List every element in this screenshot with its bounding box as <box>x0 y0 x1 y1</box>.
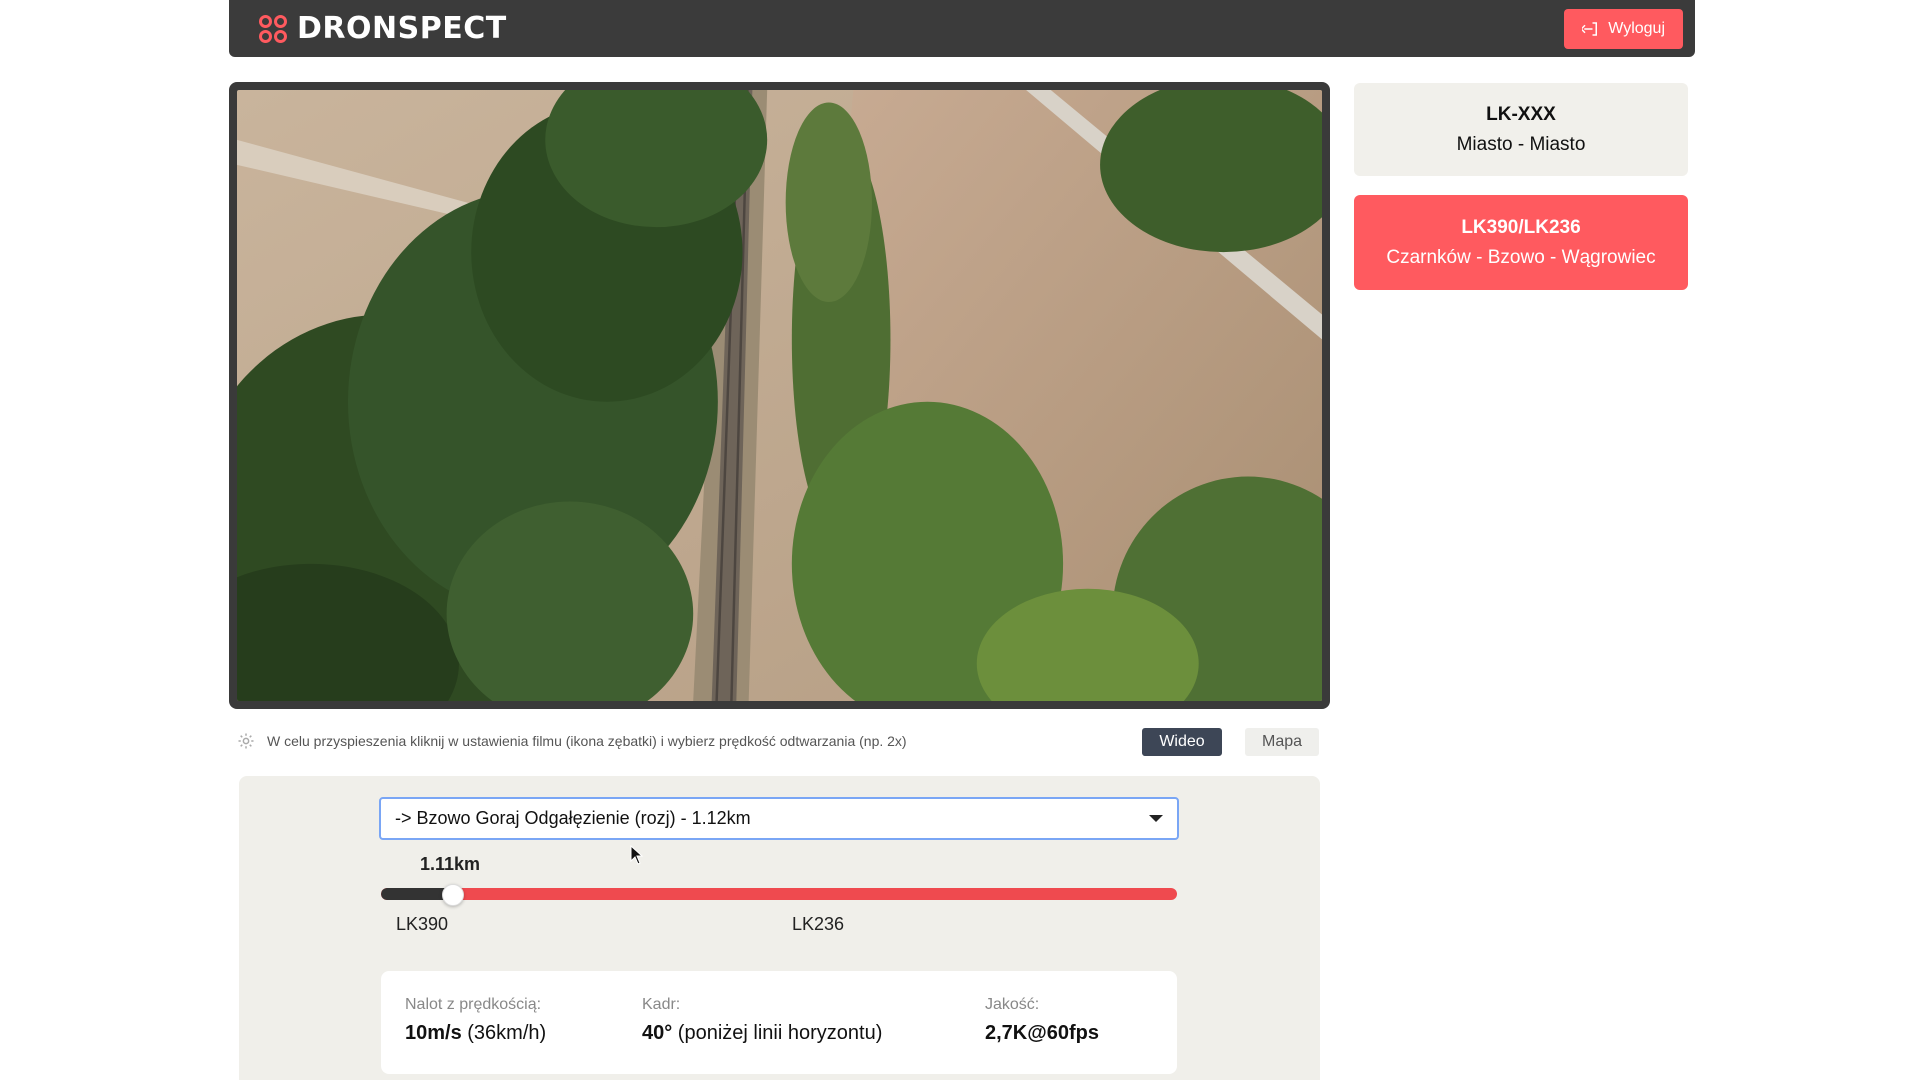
tab-map[interactable]: Mapa <box>1245 728 1319 756</box>
hint-text: W celu przyspieszenia kliknij w ustawien… <box>267 733 907 749</box>
top-bar: DRONSPECT Wyloguj <box>229 0 1695 57</box>
route-card-lk-xxx[interactable]: LK-XXX Miasto - Miasto <box>1354 83 1688 176</box>
quality-label: Jakość: <box>985 996 1040 1013</box>
frame-label: Kadr: <box>642 996 681 1013</box>
quality-value: 2,7K@60fps <box>985 1022 1099 1044</box>
quality-info: Jakość: 2,7K@60fps <box>985 996 1099 1045</box>
slider-handle[interactable] <box>441 884 464 906</box>
tab-video[interactable]: Wideo <box>1142 728 1222 756</box>
video-player[interactable] <box>229 82 1330 709</box>
brand-name: DRONSPECT <box>297 11 507 46</box>
route-card-lk390-lk236[interactable]: LK390/LK236 Czarnków - Bzowo - Wągrowiec <box>1354 195 1688 290</box>
slider-start-label: LK390 <box>396 914 449 934</box>
route-card-subtitle: Miasto - Miasto <box>1456 133 1586 155</box>
route-card-subtitle: Czarnków - Bzowo - Wągrowiec <box>1386 246 1656 268</box>
playback-hint: W celu przyspieszenia kliknij w ustawien… <box>237 732 907 750</box>
gear-icon <box>238 733 254 749</box>
route-card-title: LK390/LK236 <box>1461 216 1581 238</box>
drone-logo-icon <box>259 14 287 43</box>
segment-select-value: -> Bzowo Goraj Odgałęzienie (rozj) - 1.1… <box>395 808 751 828</box>
segment-panel: -> Bzowo Goraj Odgałęzienie (rozj) - 1.1… <box>239 776 1320 1080</box>
speed-label: Nalot z prędkością: <box>405 996 542 1013</box>
brand-logo[interactable]: DRONSPECT <box>259 11 507 46</box>
logout-button[interactable]: Wyloguj <box>1564 8 1683 49</box>
route-progress-slider[interactable] <box>381 888 1177 900</box>
speed-value: 10m/s (36km/h) <box>405 1022 547 1044</box>
segment-select[interactable]: -> Bzowo Goraj Odgałęzienie (rozj) - 1.1… <box>379 797 1179 840</box>
slider-position-label: 1.11km <box>420 854 481 874</box>
drone-video-frame[interactable] <box>237 90 1322 701</box>
logout-icon <box>1582 21 1598 36</box>
flight-info-box: Nalot z prędkością: 10m/s (36km/h) Kadr:… <box>381 971 1177 1074</box>
route-card-title: LK-XXX <box>1486 103 1556 125</box>
frame-value: 40° (poniżej linii horyzontu) <box>642 1022 883 1044</box>
mouse-pointer-icon <box>630 845 644 865</box>
aerial-railway-image <box>237 90 1322 701</box>
speed-info: Nalot z prędkością: 10m/s (36km/h) <box>405 996 546 1045</box>
slider-junction-label: LK236 <box>792 914 845 934</box>
chevron-down-icon <box>1149 815 1163 822</box>
frame-info: Kadr: 40° (poniżej linii horyzontu) <box>642 996 882 1045</box>
logout-label: Wyloguj <box>1608 19 1665 37</box>
